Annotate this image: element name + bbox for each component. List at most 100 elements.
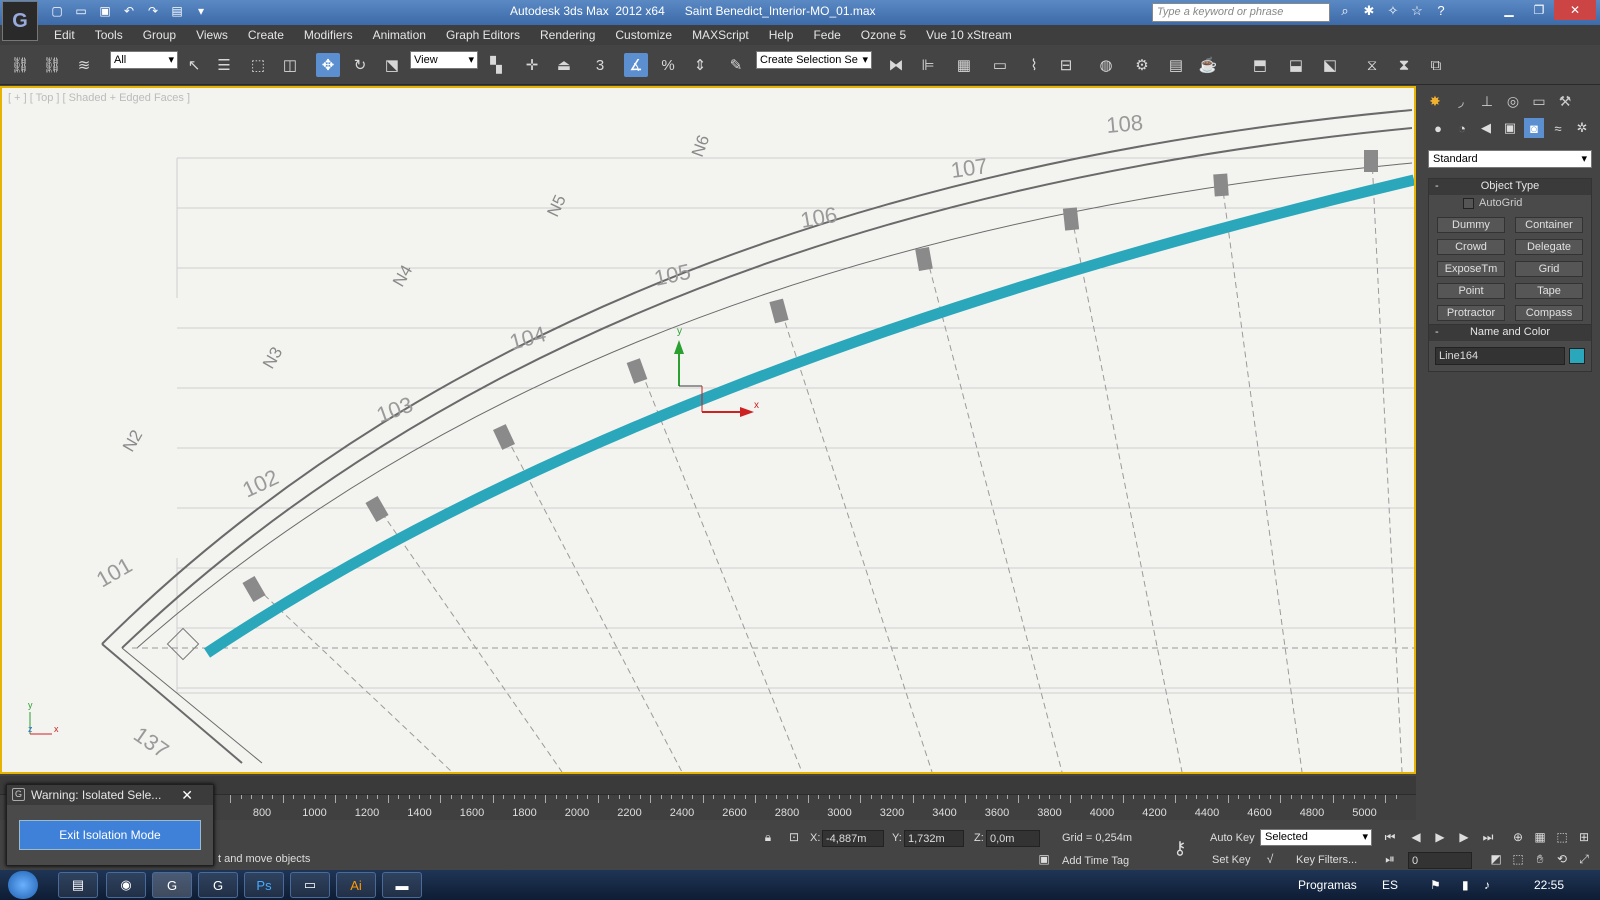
- flag-icon[interactable]: ⚑: [1430, 878, 1441, 892]
- autogrid-check[interactable]: [1463, 198, 1474, 209]
- curve-editor-icon[interactable]: ⌇: [1022, 53, 1046, 77]
- current-frame-field[interactable]: 0: [1408, 852, 1472, 869]
- container-button[interactable]: Container: [1515, 217, 1583, 233]
- clock[interactable]: 22:55: [1534, 878, 1564, 892]
- menu-fede[interactable]: Fede: [803, 25, 850, 45]
- protractor-button[interactable]: Protractor: [1437, 305, 1505, 321]
- rectangular-selection-icon[interactable]: ⬚: [246, 53, 270, 77]
- space-warps-icon[interactable]: ≈: [1548, 118, 1568, 138]
- layer-manager-icon[interactable]: ▦: [952, 53, 976, 77]
- select-object-icon[interactable]: ↖: [182, 53, 206, 77]
- menu-vue-10-xstream[interactable]: Vue 10 xStream: [916, 25, 1022, 45]
- restore-button[interactable]: ❐: [1524, 0, 1554, 20]
- object-color-swatch[interactable]: [1569, 348, 1585, 364]
- angle-snap-icon[interactable]: ∡: [624, 53, 648, 77]
- 3dsmax-secondary-taskbar-icon[interactable]: G: [198, 872, 238, 898]
- render-production-icon[interactable]: ☕: [1196, 53, 1220, 77]
- menu-group[interactable]: Group: [133, 25, 186, 45]
- language-indicator[interactable]: ES: [1382, 878, 1398, 892]
- grid-button[interactable]: Grid: [1515, 261, 1583, 277]
- chrome-taskbar-icon[interactable]: ◉: [106, 872, 146, 898]
- selection-lock-icon[interactable]: 🔒︎: [758, 830, 778, 848]
- favorites-star-icon[interactable]: ☆: [1408, 3, 1426, 21]
- time-tag-icon[interactable]: ▣: [1034, 852, 1054, 870]
- dialog-close-icon[interactable]: ✕: [181, 787, 193, 804]
- exposetm-button[interactable]: ExposeTm: [1437, 261, 1505, 277]
- network-icon[interactable]: ▮: [1462, 878, 1469, 892]
- binoculars-icon[interactable]: ⌕: [1336, 3, 1354, 21]
- geometry-icon[interactable]: ●: [1428, 118, 1448, 138]
- object-category-dropdown[interactable]: Standard: [1428, 150, 1592, 168]
- pan-view-icon[interactable]: ✋︎: [1530, 852, 1550, 870]
- top-viewport[interactable]: [ + ] [ Top ] [ Shaded + Edged Faces ] 1…: [0, 86, 1416, 774]
- selection-filter-dropdown[interactable]: All: [110, 51, 178, 69]
- add-time-tag-button[interactable]: Add Time Tag: [1062, 855, 1129, 867]
- create-tab-icon[interactable]: ✸: [1424, 90, 1446, 112]
- new-file-icon[interactable]: ▢: [48, 2, 66, 20]
- viewport-label[interactable]: [ + ] [ Top ] [ Shaded + Edged Faces ]: [8, 92, 190, 104]
- motion-tab-icon[interactable]: ◎: [1502, 90, 1524, 112]
- zoom-extents-all-icon[interactable]: ⊞: [1574, 830, 1594, 848]
- region-zoom-icon[interactable]: ⬚: [1508, 852, 1528, 870]
- display-tab-icon[interactable]: ▭: [1528, 90, 1550, 112]
- redo-icon[interactable]: ↷: [144, 2, 162, 20]
- menu-graph-editors[interactable]: Graph Editors: [436, 25, 530, 45]
- select-and-link-icon[interactable]: ⛓: [8, 53, 32, 77]
- set-key-button[interactable]: Set Key: [1208, 852, 1255, 869]
- snaps-toggle-icon[interactable]: 3: [588, 53, 612, 77]
- unlink-selection-icon[interactable]: ⛓: [40, 53, 64, 77]
- plugin-tool-5-icon[interactable]: ⧗: [1392, 53, 1416, 77]
- schematic-view-icon[interactable]: ⊟: [1054, 53, 1078, 77]
- plugin-tool-4-icon[interactable]: ⧖: [1360, 53, 1384, 77]
- cameras-icon[interactable]: ▣: [1500, 118, 1520, 138]
- open-file-icon[interactable]: ▭: [72, 2, 90, 20]
- reference-coordinate-dropdown[interactable]: View: [410, 51, 478, 69]
- previous-frame-icon[interactable]: ◀︎: [1406, 830, 1426, 848]
- plugin-tool-2-icon[interactable]: ⬓: [1284, 53, 1308, 77]
- select-and-move-icon[interactable]: ✥: [316, 53, 340, 77]
- key-mode-icon[interactable]: ⚷: [1170, 838, 1190, 858]
- 3dsmax-taskbar-icon[interactable]: G: [152, 872, 192, 898]
- default-tangent-icon[interactable]: √: [1260, 852, 1280, 870]
- gizmo-y-arrow[interactable]: [674, 340, 684, 354]
- close-window-button[interactable]: ✕: [1554, 0, 1596, 20]
- autogrid-checkbox[interactable]: AutoGrid: [1429, 195, 1591, 213]
- window-crossing-icon[interactable]: ◫: [278, 53, 302, 77]
- menu-maxscript[interactable]: MAXScript: [682, 25, 759, 45]
- keyboard-shortcut-override-icon[interactable]: ⏏: [552, 53, 576, 77]
- window-taskbar-icon[interactable]: ▬: [382, 872, 422, 898]
- menu-rendering[interactable]: Rendering: [530, 25, 605, 45]
- next-frame-icon[interactable]: ▶︎: [1454, 830, 1474, 848]
- plugin-tool-3-icon[interactable]: ⬕: [1318, 53, 1342, 77]
- y-coordinate-field[interactable]: 1,732m: [904, 830, 964, 847]
- bind-to-space-warp-icon[interactable]: ≋: [72, 53, 96, 77]
- menu-modifiers[interactable]: Modifiers: [294, 25, 363, 45]
- menu-help[interactable]: Help: [759, 25, 804, 45]
- rendered-frame-window-icon[interactable]: ▤: [1164, 53, 1188, 77]
- subscription-icon[interactable]: ✱: [1360, 3, 1378, 21]
- play-icon[interactable]: ▶︎: [1430, 830, 1450, 848]
- compass-button[interactable]: Compass: [1515, 305, 1583, 321]
- object-name-field[interactable]: Line164: [1435, 347, 1565, 365]
- menu-views[interactable]: Views: [186, 25, 238, 45]
- select-by-name-icon[interactable]: ☰: [212, 53, 236, 77]
- field-of-view-icon[interactable]: ◩: [1486, 852, 1506, 870]
- undo-icon[interactable]: ↶: [120, 2, 138, 20]
- render-setup-icon[interactable]: ⚙: [1130, 53, 1154, 77]
- customize-qat-icon[interactable]: ▾: [192, 2, 210, 20]
- systems-icon[interactable]: ✲: [1572, 118, 1592, 138]
- menu-customize[interactable]: Customize: [605, 25, 682, 45]
- select-and-rotate-icon[interactable]: ↻: [348, 53, 372, 77]
- maximize-viewport-icon[interactable]: ⤢: [1574, 852, 1594, 870]
- dummy-button[interactable]: Dummy: [1437, 217, 1505, 233]
- go-to-end-icon[interactable]: ⏭: [1478, 830, 1498, 848]
- save-file-icon[interactable]: ▣: [96, 2, 114, 20]
- material-editor-icon[interactable]: ◍: [1094, 53, 1118, 77]
- help-search-input[interactable]: Type a keyword or phrase: [1152, 3, 1330, 22]
- named-selection-sets-dropdown[interactable]: Create Selection Se: [756, 51, 872, 69]
- graphite-ribbon-icon[interactable]: ▭: [988, 53, 1012, 77]
- delegate-button[interactable]: Delegate: [1515, 239, 1583, 255]
- explorer-taskbar-icon[interactable]: ▤: [58, 872, 98, 898]
- percent-snap-icon[interactable]: %: [656, 53, 680, 77]
- modify-tab-icon[interactable]: ◞: [1450, 90, 1472, 112]
